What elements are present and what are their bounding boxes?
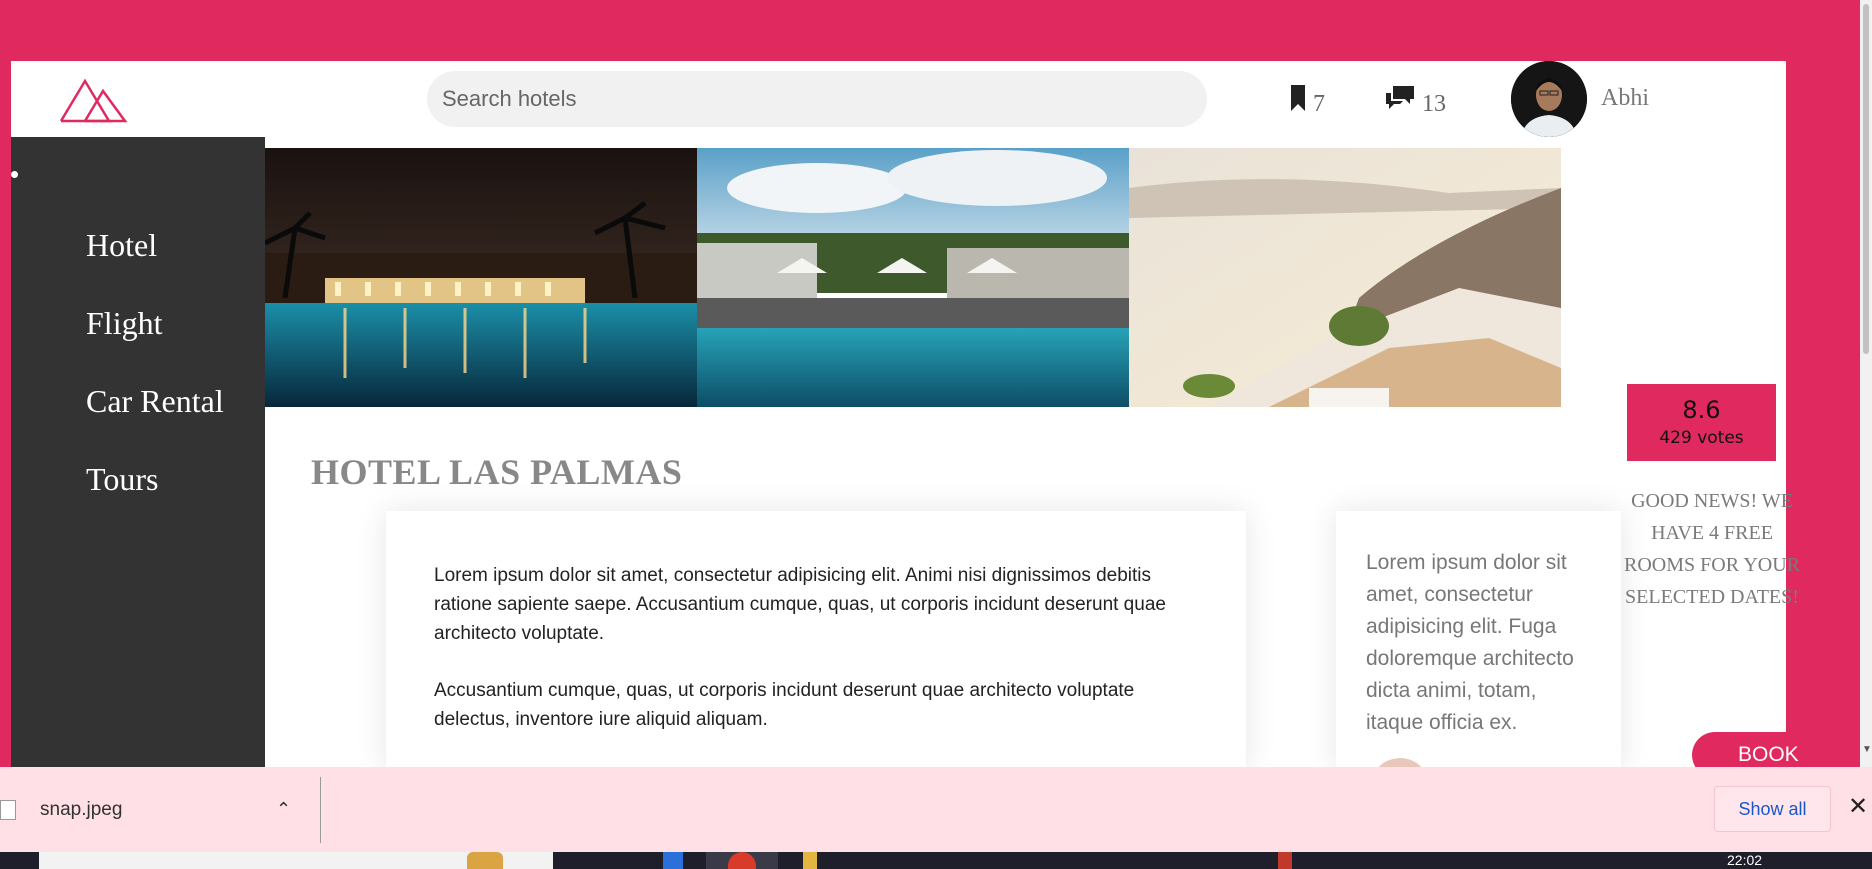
- user-photo: [1511, 61, 1587, 137]
- image-file-icon: [0, 800, 16, 820]
- sidebar-item-car-rental[interactable]: Car Rental: [86, 383, 224, 420]
- sidebar-item-hotel[interactable]: Hotel: [86, 227, 157, 264]
- user-avatar[interactable]: [1511, 61, 1587, 137]
- app-icon: [467, 852, 503, 869]
- taskbar: 22:02: [0, 852, 1872, 869]
- hotel-title: HOTEL LAS PALMAS: [311, 452, 683, 492]
- taskbar-app-icon[interactable]: [1278, 852, 1292, 869]
- gallery-photo-night-pool[interactable]: [265, 148, 697, 407]
- sidebar-item-tours[interactable]: Tours: [86, 461, 158, 498]
- review-text: Lorem ipsum dolor sit amet, consectetur …: [1366, 551, 1574, 734]
- bookmark-icon: [1291, 84, 1305, 111]
- bookmarks[interactable]: 7: [1289, 77, 1325, 118]
- download-bar: snap.jpeg ⌃ Show all ✕: [0, 767, 1872, 852]
- user-name[interactable]: Abhi: [1601, 85, 1649, 112]
- scrollbar-thumb[interactable]: [1863, 4, 1869, 354]
- day-pool-image: [697, 148, 1129, 407]
- search-input[interactable]: [427, 71, 1207, 127]
- app-window: 7 13 Abhi Hotel Flight Car Rental Tours: [11, 61, 1786, 767]
- comment-count: 13: [1422, 91, 1446, 117]
- clock-time: 22:02: [1727, 852, 1763, 868]
- close-icon[interactable]: ✕: [1848, 792, 1868, 821]
- description-paragraph: Lorem ipsum dolor sit amet, consectetur …: [434, 565, 1166, 644]
- reviewer-avatar: [1370, 758, 1430, 767]
- scroll-down-icon[interactable]: ▼: [1862, 744, 1872, 755]
- comments-icon: [1386, 85, 1414, 109]
- night-pool-image: [265, 148, 697, 407]
- logo-icon[interactable]: [59, 75, 129, 125]
- taskbar-active-app[interactable]: [706, 852, 778, 869]
- comments[interactable]: 13: [1384, 77, 1446, 118]
- photo-gallery: [265, 148, 1561, 407]
- download-file-name[interactable]: snap.jpeg: [40, 799, 122, 821]
- bullet-dot: [11, 171, 18, 178]
- gallery-photo-day-pool[interactable]: [697, 148, 1129, 407]
- taskbar-folder-icon[interactable]: [803, 852, 817, 869]
- divider: [320, 777, 321, 843]
- gallery-photo-cliff-terrace[interactable]: [1129, 148, 1561, 407]
- description-card: Lorem ipsum dolor sit amet, consectetur …: [386, 511, 1246, 767]
- rating-box: 8.6 429 votes: [1627, 384, 1776, 461]
- cliff-terrace-image: [1129, 148, 1561, 407]
- chevron-up-icon[interactable]: ⌃: [276, 799, 291, 820]
- rating-votes: 429 votes: [1659, 428, 1744, 448]
- show-all-button[interactable]: Show all: [1714, 786, 1831, 832]
- description-paragraph: Accusantium cumque, quas, ut corporis in…: [434, 680, 1135, 730]
- review-card: Lorem ipsum dolor sit amet, consectetur …: [1336, 511, 1621, 767]
- sidebar-item-flight[interactable]: Flight: [86, 305, 162, 342]
- availability-notice: GOOD NEWS! WE HAVE 4 FREE ROOMS FOR YOUR…: [1624, 490, 1800, 608]
- taskbar-app-icon[interactable]: [663, 852, 683, 869]
- sidebar: Hotel Flight Car Rental Tours: [11, 137, 265, 767]
- page-scrollbar[interactable]: ▼: [1860, 0, 1872, 767]
- browser-icon: [728, 852, 756, 869]
- bookmark-count: 7: [1313, 91, 1325, 117]
- taskbar-window-preview[interactable]: [39, 852, 553, 869]
- rating-score: 8.6: [1682, 396, 1721, 424]
